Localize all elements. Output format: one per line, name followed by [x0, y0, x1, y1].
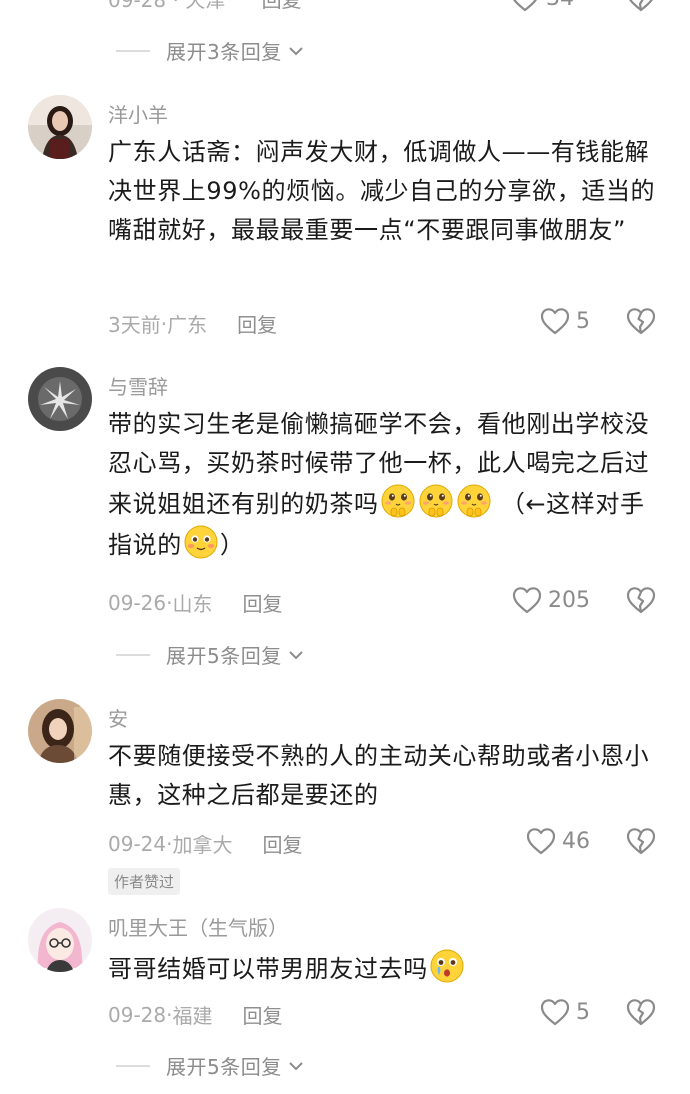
divider-line: [116, 1064, 150, 1067]
comment-date: 3天前: [108, 313, 161, 337]
dislike-button[interactable]: [626, 307, 656, 339]
comment-text: 不要随便接受不熟的人的主动关心帮助或者小恩小惠，这种之后都是要还的: [108, 742, 650, 809]
comment-meta: 09-28 · 福建 回复: [108, 1000, 282, 1029]
heart-outline-icon: [526, 827, 556, 855]
comment-location: 天津: [185, 0, 226, 12]
like-button[interactable]: 46: [526, 827, 590, 855]
meta-separator: ·: [166, 0, 186, 12]
previous-comment-meta: 09-28 · 天津 回复: [108, 0, 302, 13]
dislike-button[interactable]: [626, 0, 656, 16]
avatar[interactable]: [28, 908, 92, 972]
avatar[interactable]: [28, 367, 92, 431]
comment-text: 广东人话斋：闷声发大财，低调做人——有钱能解决世界上99%的烦恼。减少自己的分享…: [108, 138, 656, 244]
comment-location: 福建: [172, 1004, 213, 1028]
comment-meta: 3天前 · 广东 回复: [108, 309, 277, 338]
divider-line: [116, 653, 150, 656]
broken-heart-icon: [626, 307, 656, 335]
heart-outline-icon: [510, 0, 540, 12]
like-count: 5: [576, 999, 590, 1025]
heart-outline-icon: [540, 998, 570, 1026]
comment-date: 09-24: [108, 831, 167, 856]
crying-emoji: [429, 948, 465, 984]
blush-emoji: [183, 524, 219, 560]
like-count: 205: [548, 587, 590, 613]
heart-outline-icon: [540, 307, 570, 335]
chevron-down-icon: [286, 41, 306, 61]
comment-text: 带的实习生老是偷懒搞砸学不会，看他刚出学校没忍心骂，买奶茶时候带了他一杯，此人喝…: [108, 405, 668, 565]
expand-replies-label: 展开5条回复: [166, 644, 282, 668]
expand-replies-label: 展开5条回复: [166, 1055, 282, 1079]
comment-date: 09-26: [108, 590, 167, 615]
dislike-button[interactable]: [626, 586, 656, 618]
avatar[interactable]: [28, 699, 92, 763]
like-count: 46: [562, 828, 590, 854]
comment-location: 广东: [167, 313, 208, 337]
divider-line: [116, 49, 150, 52]
comment-meta: 09-24 · 加拿大 回复: [108, 829, 302, 858]
comment-location: 山东: [172, 592, 213, 616]
chevron-down-icon: [286, 1056, 306, 1076]
like-button[interactable]: 205: [512, 586, 590, 614]
expand-replies-button[interactable]: 展开3条回复: [116, 36, 306, 65]
dislike-button[interactable]: [626, 827, 656, 859]
reply-button[interactable]: 回复: [237, 309, 277, 338]
like-button[interactable]: 34: [510, 0, 574, 12]
expand-replies-button[interactable]: 展开5条回复: [116, 1051, 306, 1080]
broken-heart-icon: [626, 586, 656, 614]
comment-text-part: ）: [219, 531, 245, 559]
avatar[interactable]: [28, 95, 92, 159]
chevron-down-icon: [286, 645, 306, 665]
broken-heart-icon: [626, 827, 656, 855]
like-button[interactable]: 5: [540, 998, 590, 1026]
broken-heart-icon: [626, 0, 656, 12]
like-count: 5: [576, 308, 590, 334]
like-count: 34: [546, 0, 574, 11]
expand-replies-button[interactable]: 展开5条回复: [116, 640, 306, 669]
heart-outline-icon: [512, 586, 542, 614]
comment-username[interactable]: 叽里大王（生气版）: [108, 912, 288, 941]
pleading-fingers-emoji: [380, 483, 416, 519]
comment-location: 加拿大: [172, 833, 233, 857]
author-liked-badge: 作者赞过: [108, 868, 181, 895]
comment-username[interactable]: 与雪辞: [108, 371, 168, 400]
reply-button[interactable]: 回复: [262, 829, 302, 858]
comment-username[interactable]: 洋小羊: [108, 99, 168, 128]
comment-username[interactable]: 安: [108, 703, 128, 732]
pleading-fingers-emoji: [456, 483, 492, 519]
comment-meta: 09-26 · 山东 回复: [108, 588, 282, 617]
comment-text: 哥哥结婚可以带男朋友过去吗: [108, 948, 668, 989]
comment-text-part: 哥哥结婚可以带男朋友过去吗: [108, 955, 428, 983]
dislike-button[interactable]: [626, 998, 656, 1030]
reply-button[interactable]: 回复: [242, 588, 282, 617]
reply-button[interactable]: 回复: [242, 1000, 282, 1029]
expand-replies-label: 展开3条回复: [166, 40, 282, 64]
comment-date: 09-28: [108, 0, 167, 12]
like-button[interactable]: 5: [540, 307, 590, 335]
broken-heart-icon: [626, 998, 656, 1026]
pleading-fingers-emoji: [418, 483, 454, 519]
reply-button[interactable]: 回复: [262, 0, 302, 12]
comment-date: 09-28: [108, 1002, 167, 1027]
